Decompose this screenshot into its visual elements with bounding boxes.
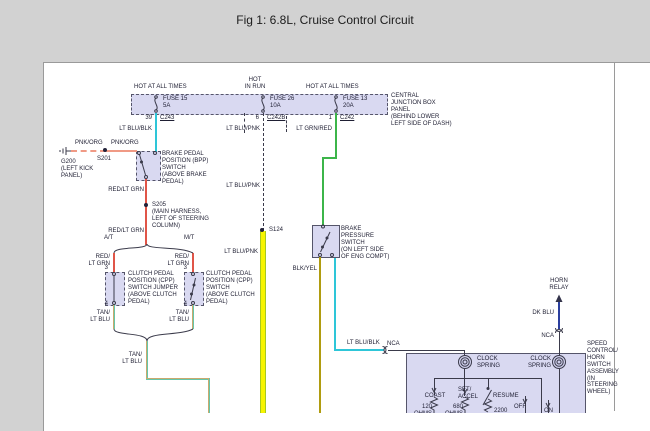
splice-s201-label: S201 xyxy=(97,156,112,162)
fuse-26-label: FUSE 26 10A xyxy=(270,96,295,109)
nca-label-1: NCA xyxy=(387,341,400,347)
cpp-switch-label: CLUTCH PEDAL POSITION (CPP) SWITCH (ABOV… xyxy=(206,271,255,305)
ohms-120-label: 120 OHMS xyxy=(414,404,432,413)
clock-spring-label-2: CLOCK SPRING xyxy=(527,356,551,369)
tan-lt-blu-left: TAN/ LT BLU xyxy=(90,310,110,323)
horn-relay-label: HORN RELAY xyxy=(549,278,569,291)
lt-blu-blk-horizontal xyxy=(334,349,384,351)
tan-down-wire xyxy=(208,378,210,413)
red-branch-right xyxy=(192,253,194,272)
lt-blu-pnk-label-2: LT BLU/PNK xyxy=(226,183,260,189)
mt-label: M/T xyxy=(184,235,195,241)
ohms-2200-label: 2200 xyxy=(494,408,508,413)
splice-s205-label: S205 (MAIN HARNESS, LEFT OF STEERING COL… xyxy=(152,202,209,229)
clockspring2-drop xyxy=(559,369,560,413)
horn-feed-wire xyxy=(559,332,560,356)
red-branch-left xyxy=(113,253,115,272)
pin-3-right: 3 xyxy=(183,265,187,271)
split-brace xyxy=(113,243,194,254)
off-label: OFF xyxy=(514,404,526,410)
page: HOT AT ALL TIMES HOT IN RUN HOT AT ALL TIM… xyxy=(43,62,650,431)
pnk-org-wire xyxy=(106,150,137,152)
lt-blu-pnk-label-3: LT BLU/PNK xyxy=(224,249,258,255)
nca-wire xyxy=(388,350,465,351)
nca-label-2: NCA xyxy=(541,333,554,339)
tan-lt-blu-right: TAN/ LT BLU xyxy=(169,310,189,323)
brake-pressure-switch-box xyxy=(312,225,340,258)
merge-brace xyxy=(113,328,194,342)
conn-c242: C242 xyxy=(340,115,355,121)
lt-blu-blk-wire-2 xyxy=(334,258,336,351)
red-lt-grn-label-2: RED/LT GRN xyxy=(108,228,144,234)
lt-grn-red-label: LT GRN/RED xyxy=(296,126,332,132)
conn-c242b: C242B xyxy=(267,115,286,121)
ground-icon xyxy=(59,147,71,155)
lt-blu-blk-wire xyxy=(155,113,157,152)
cpp-jumper-box xyxy=(105,272,125,306)
pnk-org-label-1: PNK/ORG xyxy=(75,140,103,146)
clock-spring-label-1: CLOCK SPRING xyxy=(477,356,501,369)
lt-blu-blk-label-1: LT BLU/BLK xyxy=(119,126,152,132)
bpp-switch-label: BRAKE PEDAL POSITION (BPP) SWITCH (ABOVE… xyxy=(162,151,209,185)
fuse-13-label: FUSE 13 20A xyxy=(343,96,368,109)
resume-label: RESUME xyxy=(493,393,519,399)
splice-s201-dot xyxy=(103,148,107,152)
hot-in-run: HOT IN RUN xyxy=(244,77,266,90)
fuse-15-label: FUSE 15 5A xyxy=(163,96,188,109)
tan-single-wire xyxy=(146,341,148,380)
lt-grn-red-down xyxy=(322,157,324,225)
conn-c243: C243 xyxy=(160,115,175,121)
brake-pressure-switch-label: BRAKE PRESSURE SWITCH (ON LEFT SIDE OF E… xyxy=(341,226,390,260)
lt-blu-blk-label-2: LT BLU/BLK xyxy=(347,340,380,346)
pnk-org-dashed-wire xyxy=(71,150,106,152)
pin-6: 6 xyxy=(255,115,259,121)
dk-blu-wire xyxy=(558,301,560,329)
coast-label: COAST xyxy=(424,393,446,399)
cpp-jumper-label: CLUTCH PEDAL POSITION (CPP) SWITCH JUMPE… xyxy=(128,271,178,305)
hot-at-all-times-right: HOT AT ALL TIMES xyxy=(306,84,359,90)
lt-grn-red-jog xyxy=(322,157,337,159)
lt-blu-pnk-dashed-wire xyxy=(263,113,264,231)
splice-s124-label: S124 xyxy=(269,227,284,233)
tan-branch-left xyxy=(113,304,115,329)
pnk-org-label-2: PNK/ORG xyxy=(111,140,139,146)
cpp-switch-box xyxy=(184,272,204,306)
red-lt-grn-label-1: RED/LT GRN xyxy=(108,187,144,193)
pin-3-left: 3 xyxy=(104,265,108,271)
tan-branch-right xyxy=(192,304,194,329)
at-label: A/T xyxy=(104,235,114,241)
tan-horizontal-wire xyxy=(146,378,210,380)
red-lt-grn-wire xyxy=(145,179,147,245)
hot-at-all-times-left: HOT AT ALL TIMES xyxy=(134,84,187,90)
right-drop xyxy=(541,378,542,413)
set-accel-label: SET/ ACCEL xyxy=(458,387,479,400)
pin-4-left: 4 xyxy=(104,301,108,307)
diagram-clip: HOT AT ALL TIMES HOT IN RUN HOT AT ALL TIM… xyxy=(44,63,650,413)
dk-blu-label: DK BLU xyxy=(532,310,554,316)
clockspring1-feed xyxy=(464,350,465,356)
c242-bracket-dash xyxy=(286,116,287,132)
diagram-viewer: Fig 1: 6.8L, Cruise Control Circuit HOT … xyxy=(0,0,650,431)
g200-label: G200 (LEFT KICK PANEL) xyxy=(61,159,94,179)
on-label: ON xyxy=(544,408,553,413)
blk-yel-wire xyxy=(319,257,321,413)
resume-drop xyxy=(488,378,489,388)
ohms-680-label: 680 OHMS xyxy=(445,404,463,413)
pin-4-right: 4 xyxy=(183,301,187,307)
speed-control-assembly-label: SPEED CONTROL/ HORN SWITCH ASSEMBLY (IN … xyxy=(587,341,619,396)
splice-s205-dot xyxy=(144,203,148,207)
tan-lt-blu-bottom: TAN/ LT BLU xyxy=(122,352,142,365)
lt-blu-pnk-highlighted-wire xyxy=(260,231,266,413)
lt-blu-pnk-label-1: LT BLU/PNK xyxy=(226,126,260,132)
blk-yel-label: BLK/YEL xyxy=(292,266,317,272)
figure-title: Fig 1: 6.8L, Cruise Control Circuit xyxy=(236,13,414,27)
central-junction-box-label: CENTRAL JUNCTION BOX PANEL (BEHIND LOWER… xyxy=(391,93,452,127)
splice-s124-dot xyxy=(260,228,264,232)
lt-grn-red-wire xyxy=(335,113,337,159)
pin-39: 39 xyxy=(145,115,152,121)
pin-1: 1 xyxy=(328,115,332,121)
bpp-switch-box xyxy=(136,151,161,181)
